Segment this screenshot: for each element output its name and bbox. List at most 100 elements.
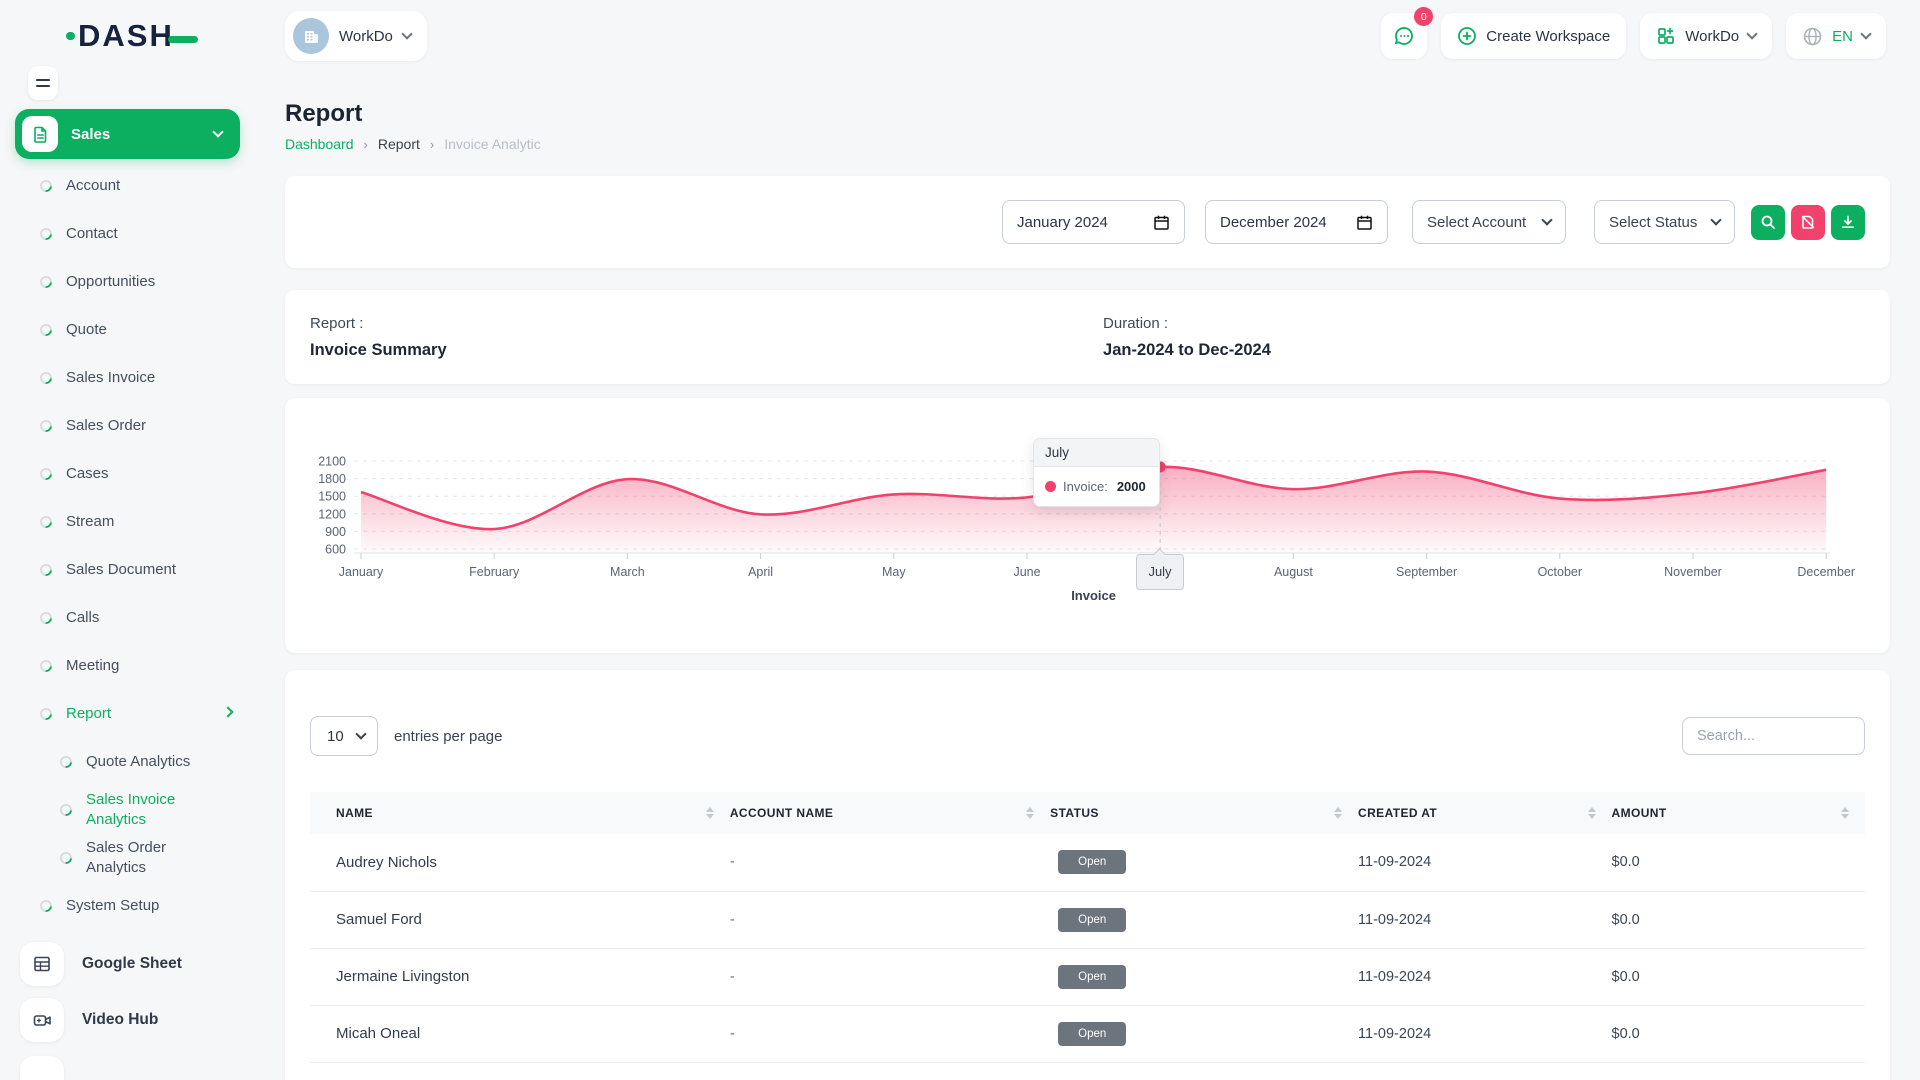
column-label: AMOUNT	[1612, 806, 1667, 820]
bullet-icon	[38, 610, 55, 627]
sidebar-item-opportunities[interactable]: Opportunities	[15, 258, 240, 306]
svg-text:October: October	[1538, 565, 1582, 579]
sidebar-section-label: Sales	[71, 126, 110, 143]
status-badge: Open	[1058, 1022, 1126, 1046]
sidebar-item-sales-invoice[interactable]: Sales Invoice	[15, 354, 240, 402]
column-header-account-name[interactable]: ACCOUNT NAME	[730, 792, 1050, 834]
bullet-icon	[38, 418, 55, 435]
sidebar: Sales Account ContactOpportunities Quote Sa…	[0, 72, 260, 1080]
table-row[interactable]: Samuel Ford-Open11-09-2024$0.0	[310, 891, 1865, 948]
svg-text:April: April	[748, 565, 773, 579]
column-header-name[interactable]: NAME	[310, 792, 730, 834]
cell-status: Open	[1050, 834, 1358, 891]
cell-account-name: -	[730, 891, 1050, 948]
sort-icon	[1026, 807, 1034, 819]
svg-text:900: 900	[325, 525, 346, 539]
page-title: Report	[285, 100, 1890, 128]
apply-search-button[interactable]	[1751, 205, 1785, 240]
invoices-table: NAMEACCOUNT NAME STATUS CREATED ATAMOUNT A…	[310, 792, 1865, 1063]
account-select-value: Select Account	[1427, 214, 1526, 231]
svg-text:September: September	[1396, 565, 1457, 579]
cell-amount: $0.0	[1612, 1005, 1866, 1062]
status-badge: Open	[1058, 908, 1126, 932]
report-value: Invoice Summary	[310, 341, 1103, 360]
search-input[interactable]	[1682, 717, 1865, 755]
svg-text:December: December	[1797, 565, 1855, 579]
sidebar-item-meeting[interactable]: Meeting	[15, 642, 240, 690]
app-menu-label: WorkDo	[1685, 28, 1739, 45]
messages-button[interactable]: 0	[1381, 13, 1427, 59]
breadcrumb-report[interactable]: Report	[378, 136, 420, 152]
sidebar-app-video-hub[interactable]: Video Hub	[20, 998, 260, 1042]
clear-filter-button[interactable]	[1791, 205, 1825, 240]
date-from-input[interactable]: January 2024	[1002, 200, 1185, 244]
sidebar-item-account[interactable]: Account	[15, 162, 240, 210]
sidebar-item-sales-document[interactable]: Sales Document	[15, 546, 240, 594]
sidebar-item-quote[interactable]: Quote	[15, 306, 240, 354]
account-select[interactable]: Select Account	[1412, 200, 1566, 244]
cell-amount: $0.0	[1612, 948, 1866, 1005]
sidebar-item-cases[interactable]: Cases	[15, 450, 240, 498]
report-label: Report :	[310, 315, 1103, 332]
cell-amount: $0.0	[1612, 891, 1866, 948]
sidebar-item-label: Quote	[66, 320, 107, 340]
sidebar-item-calls[interactable]: Calls	[15, 594, 240, 642]
create-workspace-label: Create Workspace	[1486, 28, 1610, 45]
breadcrumb-separator: ›	[430, 137, 434, 152]
workspace-switcher[interactable]: WorkDo	[285, 11, 427, 61]
sidebar-item-sales-order-analytics[interactable]: Sales Order Analytics	[15, 834, 240, 882]
plus-circle-icon	[1457, 26, 1477, 46]
sidebar-item-report[interactable]: Report	[15, 690, 240, 738]
sidebar-section-sales[interactable]: Sales	[15, 109, 240, 159]
sidebar-item-label: Stream	[66, 512, 114, 532]
sidebar-item-system-setup[interactable]: System Setup	[15, 882, 240, 930]
cell-name: Samuel Ford	[310, 891, 730, 948]
table-body: Audrey Nichols-Open11-09-2024$0.0Samuel …	[310, 834, 1865, 1062]
table-row[interactable]: Jermaine Livingston-Open11-09-2024$0.0	[310, 948, 1865, 1005]
sidebar-item-sales-invoice-analytics[interactable]: Sales Invoice Analytics	[15, 786, 240, 834]
download-button[interactable]	[1831, 205, 1865, 240]
sidebar-item-label: Sales Order Analytics	[86, 838, 224, 879]
column-label: STATUS	[1050, 806, 1099, 820]
cell-status: Open	[1050, 1005, 1358, 1062]
sidebar-menu: Account ContactOpportunities Quote Sales In…	[15, 162, 240, 930]
sidebar-item-stream[interactable]: Stream	[15, 498, 240, 546]
column-header-status[interactable]: STATUS	[1050, 792, 1358, 834]
status-select[interactable]: Select Status	[1594, 200, 1735, 244]
create-workspace-button[interactable]: Create Workspace	[1441, 13, 1626, 59]
svg-text:August: August	[1274, 565, 1313, 579]
top-header: DASH WorkDo 0	[0, 0, 1920, 72]
chart-crosshair-label: July	[1136, 554, 1184, 590]
sort-icon	[1334, 807, 1342, 819]
bullet-icon	[58, 754, 75, 771]
cell-created-at: 11-09-2024	[1358, 834, 1611, 891]
sidebar-item-sales-order[interactable]: Sales Order	[15, 402, 240, 450]
page-size-select[interactable]: 10	[310, 716, 378, 756]
sidebar-item-quote-analytics[interactable]: Quote Analytics	[15, 738, 240, 786]
sidebar-app-google-sheet[interactable]: Google Sheet	[20, 942, 260, 986]
breadcrumb-invoice-analytic: Invoice Analytic	[444, 136, 541, 152]
language-selector[interactable]: EN	[1786, 13, 1886, 59]
sidebar-app-partial[interactable]	[20, 1056, 260, 1080]
chat-badge: 0	[1414, 7, 1433, 26]
app-menu-button[interactable]: WorkDo	[1640, 13, 1772, 59]
sales-document-icon	[22, 116, 58, 152]
table-row[interactable]: Audrey Nichols-Open11-09-2024$0.0	[310, 834, 1865, 891]
sheet-icon	[20, 942, 64, 986]
table-row[interactable]: Micah Oneal-Open11-09-2024$0.0	[310, 1005, 1865, 1062]
sidebar-toggle-button[interactable]	[28, 66, 58, 100]
sidebar-item-label: Cases	[66, 464, 109, 484]
chevron-right-icon	[222, 706, 233, 717]
file-off-icon	[1800, 214, 1816, 230]
chevron-down-icon	[1860, 28, 1871, 39]
sidebar-item-label: Sales Invoice	[66, 368, 155, 388]
breadcrumb-dashboard[interactable]: Dashboard	[285, 136, 354, 152]
sidebar-item-contact[interactable]: Contact	[15, 210, 240, 258]
date-to-input[interactable]: December 2024	[1205, 200, 1388, 244]
status-badge: Open	[1058, 965, 1126, 989]
column-header-amount[interactable]: AMOUNT	[1612, 792, 1866, 834]
column-label: ACCOUNT NAME	[730, 806, 833, 820]
column-header-created-at[interactable]: CREATED AT	[1358, 792, 1611, 834]
sidebar-item-label: Account	[66, 176, 120, 196]
workspace-avatar	[293, 18, 329, 54]
